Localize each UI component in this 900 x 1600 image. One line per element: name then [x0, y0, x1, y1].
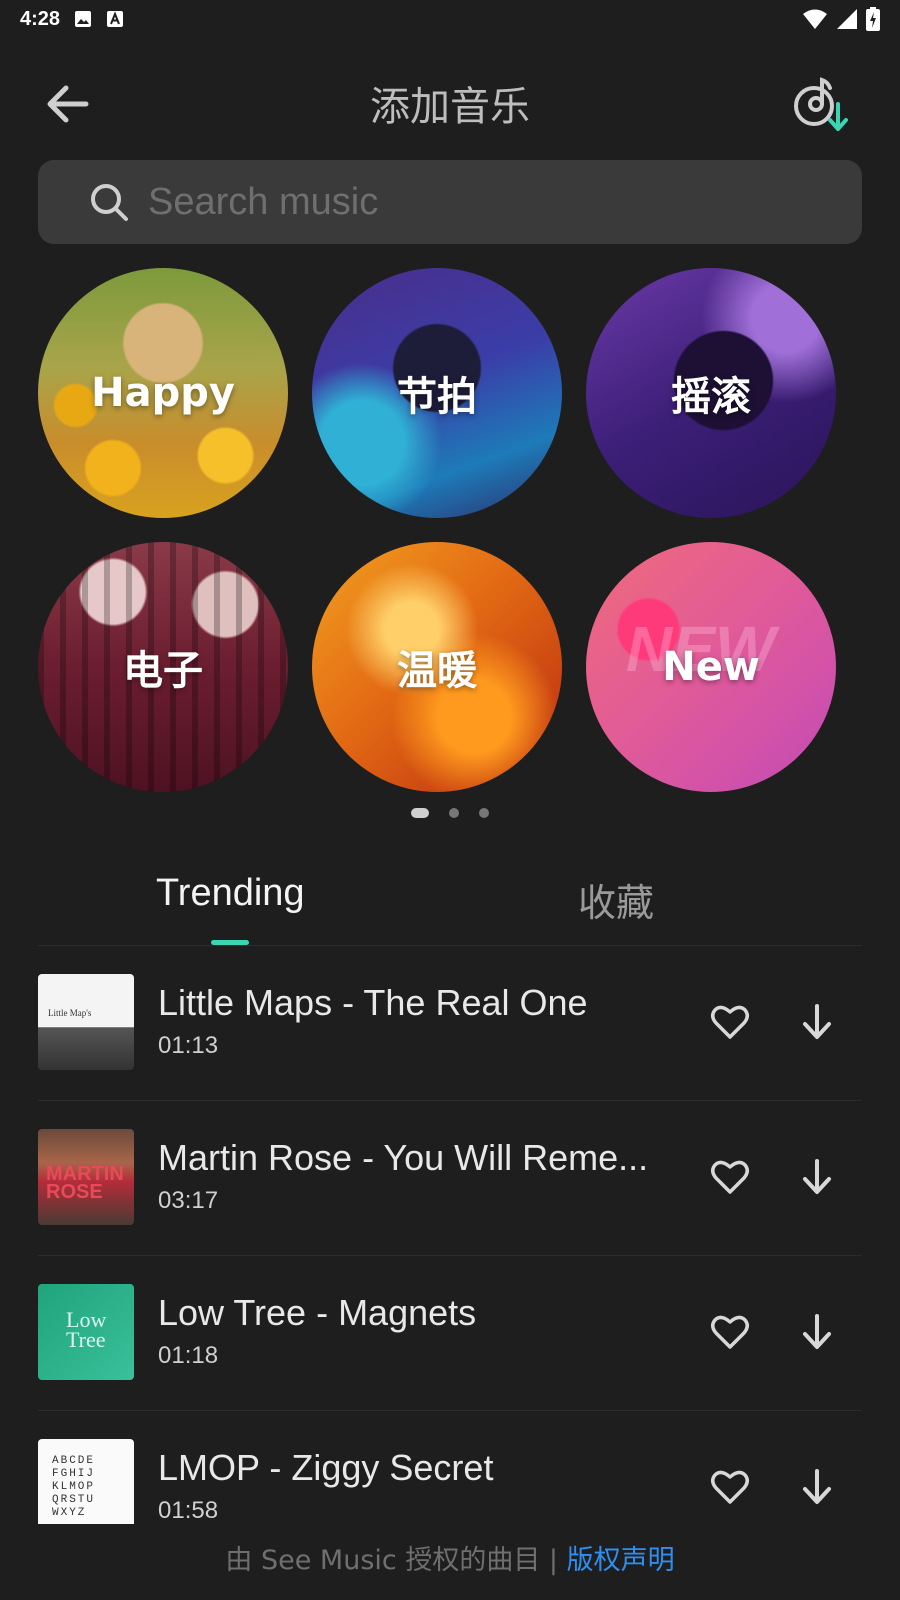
copyright-footer: 由 See Music 授权的曲目 | 版权声明: [0, 1526, 900, 1600]
genre-grid: Happy 节拍 摇滚 电子 温暖 NEW New: [38, 268, 838, 792]
album-cover-text: MARTIN ROSE: [46, 1163, 124, 1203]
genre-beat[interactable]: 节拍: [312, 268, 562, 518]
page-dot[interactable]: [479, 808, 489, 818]
page-dot[interactable]: [449, 808, 459, 818]
download-icon[interactable]: [800, 1157, 834, 1197]
track-title: Little Maps - The Real One: [158, 982, 588, 1023]
tab-favorites[interactable]: 收藏: [578, 872, 654, 927]
header: 添加音乐: [0, 60, 900, 144]
album-cover-text: ABCDE FGHIJ KLMOP QRSTU WXYZ: [52, 1455, 96, 1519]
tab-bar: Trending 收藏: [38, 860, 862, 946]
track-duration: 01:13: [158, 1032, 219, 1059]
image-icon: [75, 11, 92, 27]
heart-icon[interactable]: [710, 1002, 750, 1042]
genre-label: 电子: [123, 648, 203, 694]
genre-electronic[interactable]: 电子: [38, 542, 288, 792]
wifi-icon: [803, 9, 827, 29]
album-cover-text: Low Tree: [66, 1307, 107, 1352]
genre-label: 节拍: [397, 374, 477, 420]
track-title: Low Tree - Magnets: [158, 1292, 477, 1333]
page-title: 添加音乐: [370, 84, 530, 130]
album-cover: Low Tree: [38, 1284, 134, 1380]
signal-icon: [837, 9, 857, 29]
track-duration: 01:18: [158, 1342, 219, 1369]
page-dot-active[interactable]: [411, 808, 429, 818]
album-cover-text: Little Map's: [48, 1008, 92, 1018]
track-row[interactable]: MARTIN ROSE Martin Rose - You Will Reme.…: [38, 1101, 862, 1256]
download-icon[interactable]: [800, 1312, 834, 1352]
battery-icon: [866, 7, 880, 31]
copyright-link[interactable]: 版权声明: [567, 1545, 675, 1576]
album-cover: ABCDE FGHIJ KLMOP QRSTU WXYZ: [38, 1439, 134, 1524]
track-list: Little Map's Little Maps - The Real One …: [38, 946, 862, 1524]
album-cover: Little Map's: [38, 974, 134, 1070]
track-title: LMOP - Ziggy Secret: [158, 1447, 494, 1488]
tab-trending[interactable]: Trending: [156, 872, 305, 915]
genre-warm[interactable]: 温暖: [312, 542, 562, 792]
page-indicator: [0, 808, 900, 818]
track-row[interactable]: Little Map's Little Maps - The Real One …: [38, 946, 862, 1101]
genre-label: 温暖: [397, 648, 477, 694]
download-icon[interactable]: [800, 1467, 834, 1507]
genre-label: 摇滚: [671, 374, 751, 420]
a-box-icon: [107, 11, 124, 27]
track-row[interactable]: ABCDE FGHIJ KLMOP QRSTU WXYZ LMOP - Zigg…: [38, 1411, 862, 1524]
search-input[interactable]: [148, 172, 788, 232]
track-duration: 01:58: [158, 1497, 219, 1524]
download-icon[interactable]: [800, 1002, 834, 1042]
search-icon: [91, 184, 128, 221]
track-title: Martin Rose - You Will Reme...: [158, 1137, 649, 1178]
music-download-icon[interactable]: [790, 74, 854, 138]
heart-icon[interactable]: [710, 1157, 750, 1197]
genre-new[interactable]: NEW New: [586, 542, 836, 792]
footer-text: 由 See Music 授权的曲目 |: [225, 1545, 567, 1576]
track-duration: 03:17: [158, 1187, 219, 1214]
active-tab-indicator: [211, 940, 249, 945]
genre-rock[interactable]: 摇滚: [586, 268, 836, 518]
status-bar: 4:28: [0, 0, 900, 38]
search-bar[interactable]: [38, 160, 862, 244]
genre-happy[interactable]: Happy: [38, 268, 288, 518]
heart-icon[interactable]: [710, 1312, 750, 1352]
heart-icon[interactable]: [710, 1467, 750, 1507]
album-cover: MARTIN ROSE: [38, 1129, 134, 1225]
genre-label: New: [662, 644, 760, 690]
track-row[interactable]: Low Tree Low Tree - Magnets 01:18: [38, 1256, 862, 1411]
status-time: 4:28: [20, 7, 61, 30]
genre-label: Happy: [91, 370, 235, 416]
